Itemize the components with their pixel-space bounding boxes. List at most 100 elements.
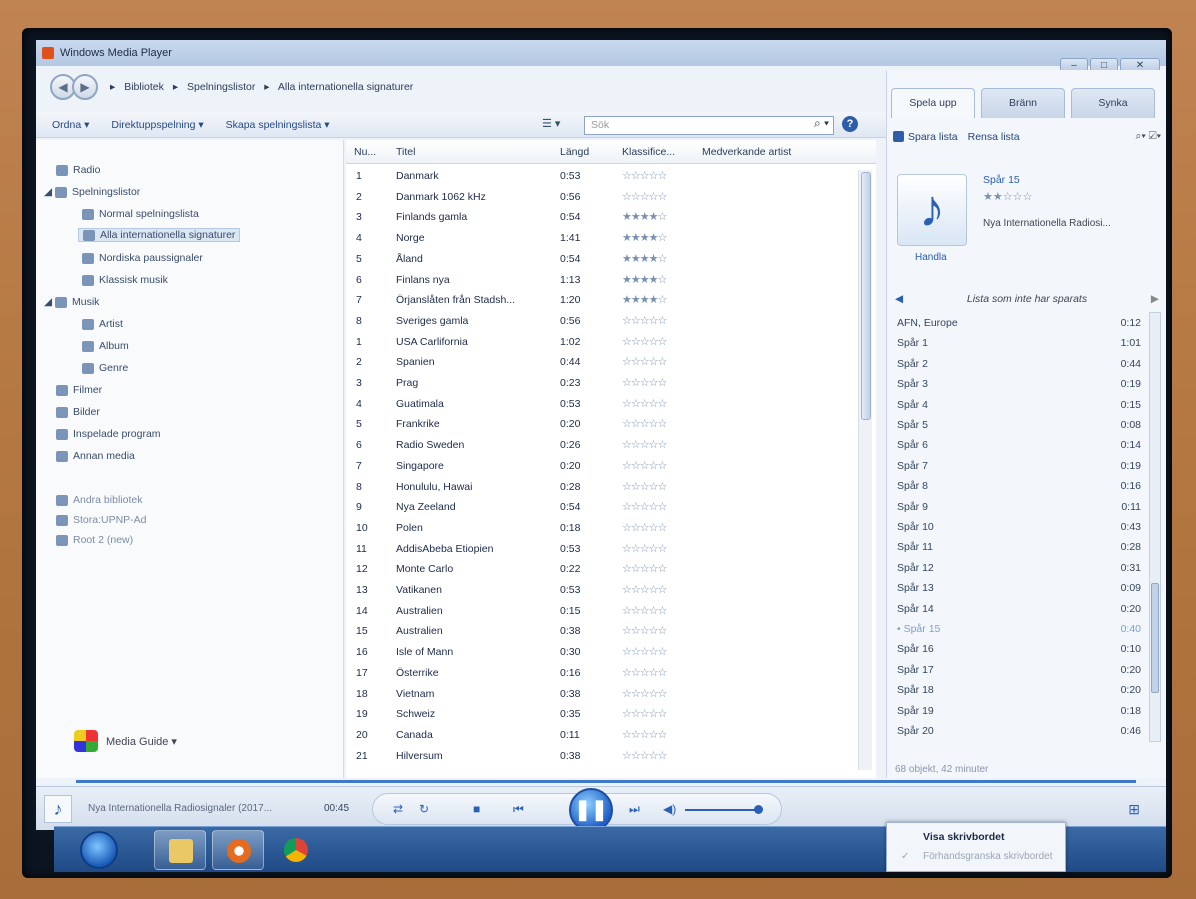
track-rating[interactable]: ☆☆☆☆☆ (622, 645, 667, 658)
nav-musik[interactable]: ◢ Musik (44, 296, 99, 308)
table-row[interactable]: 1 USA Carlifornia 1:02 ☆☆☆☆☆ (346, 332, 876, 352)
track-rating[interactable]: ☆☆☆☆☆ (622, 169, 667, 182)
list-item[interactable]: Spår 20 0:46 (891, 722, 1143, 742)
nav-artist[interactable]: Artist (82, 318, 123, 330)
list-item[interactable]: Spår 8 0:16 (891, 477, 1143, 497)
scrollbar-thumb[interactable] (861, 172, 871, 420)
nav-andra-bibliotek[interactable]: Andra bibliotek (56, 494, 142, 506)
save-list-button[interactable]: Spara lista (893, 131, 958, 143)
track-rating[interactable]: ☆☆☆☆☆ (622, 542, 667, 555)
nav-alla-internationella-signaturer[interactable]: Alla internationella signaturer (78, 228, 241, 242)
list-item[interactable]: Spår 13 0:09 (891, 579, 1143, 599)
next-icon[interactable]: ⏭ (629, 802, 640, 817)
track-rating[interactable]: ☆☆☆☆☆ (622, 417, 667, 430)
track-rating[interactable]: ☆☆☆☆☆ (622, 335, 667, 348)
track-rating[interactable]: ☆☆☆☆☆ (622, 459, 667, 472)
nav-inspelade-program[interactable]: Inspelade program (56, 428, 161, 440)
list-item[interactable]: Spår 1 1:01 (891, 334, 1143, 354)
list-item[interactable]: Spår 11 0:28 (891, 538, 1143, 558)
list-item[interactable]: • Spår 15 0:40 (891, 620, 1143, 640)
table-row[interactable]: 6 Radio Sweden 0:26 ☆☆☆☆☆ (346, 435, 876, 455)
nav-root-2[interactable]: Root 2 (new) (56, 534, 133, 546)
list-item[interactable]: Spår 6 0:14 (891, 436, 1143, 456)
table-row[interactable]: 12 Monte Carlo 0:22 ☆☆☆☆☆ (346, 559, 876, 579)
seek-bar[interactable] (76, 780, 1136, 783)
table-row[interactable]: 7 Örjanslåten från Stadsh... 1:20 ★★★★☆ (346, 290, 876, 310)
arrow-right-icon[interactable]: ▶ (1151, 290, 1159, 308)
column-klassificering[interactable]: Klassifice... (622, 146, 675, 158)
list-item[interactable]: Spår 5 0:08 (891, 416, 1143, 436)
handla-link[interactable]: Handla (915, 252, 947, 263)
table-row[interactable]: 8 Sveriges gamla 0:56 ☆☆☆☆☆ (346, 311, 876, 331)
table-row[interactable]: 20 Canada 0:11 ☆☆☆☆☆ (346, 725, 876, 745)
title-bar[interactable]: Windows Media Player (36, 40, 1166, 66)
table-row[interactable]: 14 Australien 0:15 ☆☆☆☆☆ (346, 601, 876, 621)
tab-spela-upp[interactable]: Spela upp (891, 88, 975, 118)
table-row[interactable]: 15 Australien 0:38 ☆☆☆☆☆ (346, 621, 876, 641)
column-medverkande-artist[interactable]: Medverkande artist (702, 146, 791, 158)
now-playing-icon[interactable]: ♪ (44, 795, 72, 823)
stop-icon[interactable]: ■ (473, 802, 480, 816)
table-row[interactable]: 16 Isle of Mann 0:30 ☆☆☆☆☆ (346, 642, 876, 662)
table-row[interactable]: 6 Finlans nya 1:13 ★★★★☆ (346, 270, 876, 290)
track-rating[interactable]: ☆☆☆☆☆ (622, 521, 667, 534)
switch-to-now-playing-icon[interactable]: ⊞ (1128, 801, 1140, 818)
table-row[interactable]: 11 AddisAbeba Etiopien 0:53 ☆☆☆☆☆ (346, 539, 876, 559)
list-item[interactable]: Spår 12 0:31 (891, 559, 1143, 579)
track-rating[interactable]: ★★★★☆ (622, 231, 667, 244)
list-item[interactable]: Spår 3 0:19 (891, 375, 1143, 395)
track-rating[interactable]: ☆☆☆☆☆ (622, 355, 667, 368)
forward-button[interactable]: ▶ (72, 74, 98, 100)
media-guide-button[interactable]: Media Guide ▾ (74, 730, 177, 752)
list-scrollbar[interactable] (858, 170, 872, 770)
start-button[interactable] (80, 831, 118, 869)
arrow-left-icon[interactable]: ◀ (895, 290, 903, 308)
track-rating[interactable]: ☆☆☆☆☆ (622, 666, 667, 679)
track-rating[interactable]: ★★★★☆ (622, 293, 667, 306)
nav-genre[interactable]: Genre (82, 362, 128, 374)
list-item[interactable]: Spår 18 0:20 (891, 681, 1143, 701)
list-item[interactable]: Spår 10 0:43 (891, 518, 1143, 538)
track-rating[interactable]: ☆☆☆☆☆ (622, 728, 667, 741)
volume-slider-thumb[interactable] (754, 805, 763, 814)
track-rating[interactable]: ☆☆☆☆☆ (622, 687, 667, 700)
table-row[interactable]: 8 Honululu, Hawai 0:28 ☆☆☆☆☆ (346, 477, 876, 497)
tab-branna[interactable]: Bränn (981, 88, 1065, 118)
menu-item-visa-skrivbordet[interactable]: Visa skrivbordet (923, 831, 1005, 843)
clear-list-button[interactable]: Rensa lista (968, 131, 1020, 143)
nav-bilder[interactable]: Bilder (56, 406, 100, 418)
track-rating[interactable]: ☆☆☆☆☆ (622, 397, 667, 410)
track-rating[interactable]: ☆☆☆☆☆ (622, 604, 667, 617)
track-rating[interactable]: ☆☆☆☆☆ (622, 624, 667, 637)
taskbar-chrome[interactable] (270, 830, 322, 870)
table-row[interactable]: 18 Vietnam 0:38 ☆☆☆☆☆ (346, 684, 876, 704)
track-rating[interactable]: ☆☆☆☆☆ (622, 500, 667, 513)
breadcrumb-item[interactable]: Spelningslistor (187, 81, 255, 93)
track-rating[interactable]: ★★★★☆ (622, 273, 667, 286)
breadcrumb-item[interactable]: Alla internationella signaturer (278, 81, 413, 93)
table-row[interactable]: 9 Nya Zeeland 0:54 ☆☆☆☆☆ (346, 497, 876, 517)
taskbar-explorer[interactable] (154, 830, 206, 870)
nav-annan-media[interactable]: Annan media (56, 450, 135, 462)
list-item[interactable]: Spår 9 0:11 (891, 498, 1143, 518)
table-row[interactable]: 5 Frankrike 0:20 ☆☆☆☆☆ (346, 414, 876, 434)
search-input[interactable]: Sök (584, 116, 834, 135)
playlist-scrollbar[interactable] (1149, 312, 1161, 742)
breadcrumb-item[interactable]: Bibliotek (124, 81, 164, 93)
nav-radio[interactable]: Radio (56, 164, 100, 176)
track-rating[interactable]: ★★★★☆ (622, 252, 667, 265)
track-rating[interactable]: ☆☆☆☆☆ (622, 707, 667, 720)
list-item[interactable]: Spår 7 0:19 (891, 457, 1143, 477)
track-rating[interactable]: ☆☆☆☆☆ (622, 583, 667, 596)
current-track-rating[interactable]: ★★☆☆☆ (983, 190, 1032, 203)
pause-button[interactable]: ❚❚ (569, 788, 613, 830)
table-row[interactable]: 19 Schweiz 0:35 ☆☆☆☆☆ (346, 704, 876, 724)
list-item[interactable]: Spår 16 0:10 (891, 640, 1143, 660)
nav-nordiska-paussignaler[interactable]: Nordiska paussignaler (82, 252, 203, 264)
shuffle-icon[interactable]: ⇄ (393, 802, 403, 816)
tab-synka[interactable]: Synka (1071, 88, 1155, 118)
nav-stora-upnp[interactable]: Stora:UPNP-Ad (56, 514, 147, 526)
list-item[interactable]: AFN, Europe 0:12 (891, 314, 1143, 334)
track-rating[interactable]: ☆☆☆☆☆ (622, 376, 667, 389)
view-options-icon[interactable]: ☰ ▾ (542, 117, 560, 130)
